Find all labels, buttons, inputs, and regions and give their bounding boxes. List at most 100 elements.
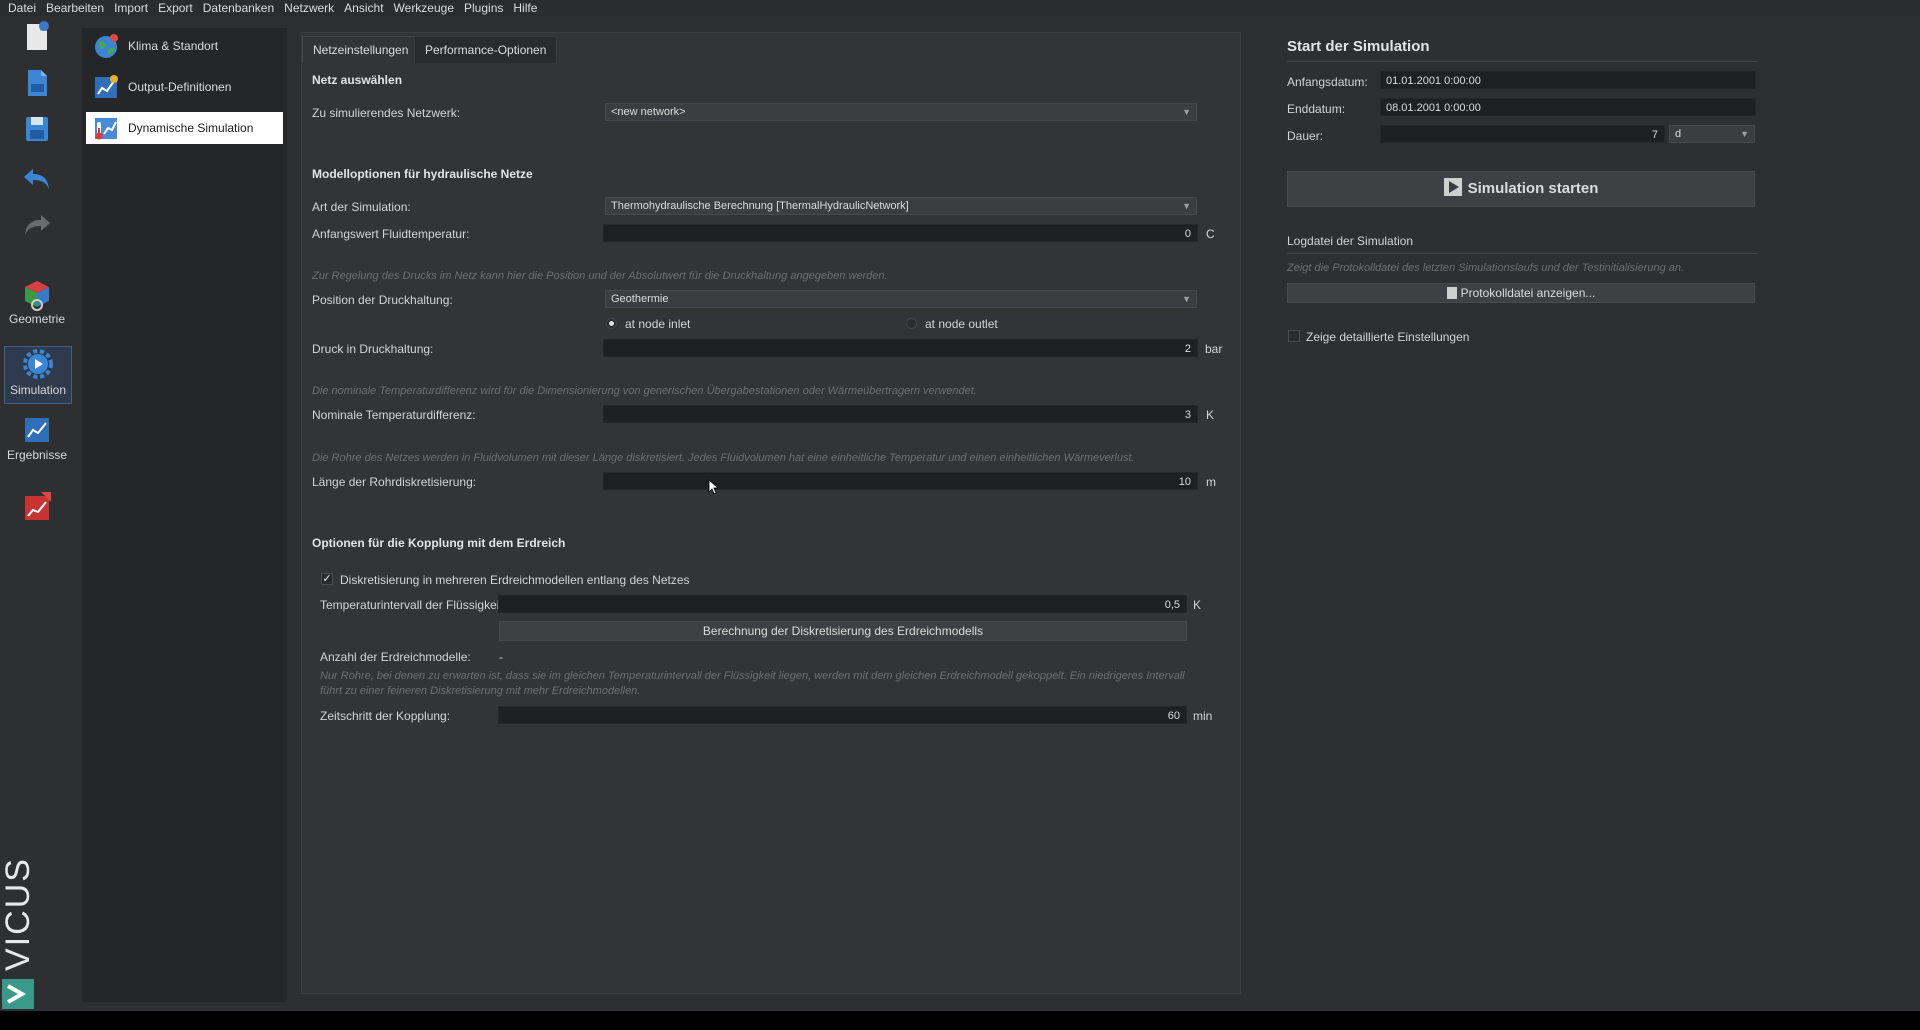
nav-item-label: Output-Definitionen [128,80,232,94]
results-label: Ergebnisse [6,448,68,462]
simulation-gear-icon [23,349,53,379]
pressure-unit: bar [1205,342,1223,356]
chevron-down-icon: ▼ [1182,201,1191,211]
undo-icon [24,169,49,189]
discretization-hint: Die Rohre des Netzes werden in Fluidvolu… [312,452,1135,464]
divider [1287,253,1757,254]
timestep-input[interactable]: 60 [498,706,1187,724]
status-bar [0,1011,1920,1030]
radio-node-outlet-label[interactable]: at node outlet [925,317,998,331]
radio-node-inlet-label[interactable]: at node inlet [625,317,690,331]
radio-node-outlet[interactable] [906,318,917,329]
temp-diff-hint: Die nominale Temperaturdifferenz wird fü… [312,385,977,397]
pressure-pos-value: Geothermie [611,293,669,305]
discretization-unit: m [1206,475,1216,489]
redo-button[interactable] [4,210,70,244]
nav-item-klima[interactable]: Klima & Standort [86,30,283,62]
geometry-button[interactable]: Geometrie [4,278,70,334]
export-report-icon [25,492,51,520]
new-file-icon [27,21,49,50]
pressure-pos-select[interactable]: Geothermie ▼ [605,290,1197,308]
simulation-label: Simulation [9,383,67,397]
tab-netzeinstellungen[interactable]: Netzeinstellungen [302,36,420,63]
timestep-label: Zeitschritt der Kopplung: [320,709,451,723]
redo-icon [25,215,50,235]
temp-diff-input[interactable]: 3 [603,405,1198,423]
network-label: Zu simulierendes Netzwerk: [312,106,461,120]
mouse-cursor-icon [708,479,720,495]
nav-item-output[interactable]: Output-Definitionen [86,71,283,103]
soil-hint-line1: Nur Rohre, bei denen zu erwarten ist, da… [320,670,1185,682]
nav-item-label: Dynamische Simulation [128,121,254,135]
sim-type-value: Thermohydraulische Berechnung [ThermalHy… [611,200,909,212]
simulation-button[interactable]: Simulation [4,346,72,404]
simulation-nav-panel: Klima & Standort Output-Definitionen Dyn… [82,28,287,1002]
show-log-button[interactable]: Protokolldatei anzeigen... [1287,283,1755,303]
menu-bar: Datei Bearbeiten Import Export Datenbank… [0,0,1920,16]
divider [1287,61,1757,62]
detail-settings-label[interactable]: Zeige detaillierte Einstellungen [1306,330,1469,344]
temp-diff-label: Nominale Temperaturdifferenz: [312,408,476,422]
menu-import[interactable]: Import [114,1,148,15]
soil-heading: Optionen für die Kopplung mit dem Erdrei… [312,536,566,550]
end-date-input[interactable]: 08.01.2001 0:00:00 [1380,98,1756,116]
pressure-label: Druck in Druckhaltung: [312,342,434,356]
menu-netzwerk[interactable]: Netzwerk [284,1,334,15]
vicus-logo: VICUS [0,855,37,1015]
end-date-label: Enddatum: [1287,102,1346,116]
log-hint: Zeigt die Protokolldatei des letzten Sim… [1287,262,1685,274]
soil-checkbox-label[interactable]: Diskretisierung in mehreren Erdreichmode… [340,573,690,587]
fluid-temp-input[interactable]: 0 [603,224,1198,242]
radio-node-inlet[interactable] [606,318,617,329]
duration-input[interactable]: 7 [1380,125,1665,143]
detail-settings-checkbox[interactable] [1288,330,1300,342]
start-simulation-button[interactable]: Simulation starten [1287,171,1755,207]
count-value: - [499,650,503,664]
menu-bearbeiten[interactable]: Bearbeiten [46,1,104,15]
new-file-button[interactable] [4,20,70,60]
start-date-label: Anfangsdatum: [1287,75,1368,89]
export-report-button[interactable] [4,490,70,530]
menu-export[interactable]: Export [158,1,193,15]
undo-button[interactable] [4,164,70,198]
results-button[interactable]: Ergebnisse [4,414,70,470]
count-label: Anzahl der Erdreichmodelle: [320,650,471,664]
chevron-down-icon: ▼ [1182,107,1191,117]
discretization-input[interactable]: 10 [603,472,1198,490]
menu-ansicht[interactable]: Ansicht [344,1,383,15]
network-select[interactable]: <new network> ▼ [605,103,1197,121]
sim-type-select[interactable]: Thermohydraulische Berechnung [ThermalHy… [605,197,1197,215]
menu-hilfe[interactable]: Hilfe [513,1,537,15]
fluid-temp-label: Anfangswert Fluidtemperatur: [312,227,470,241]
duration-unit-value: d [1675,128,1682,140]
menu-plugins[interactable]: Plugins [464,1,503,15]
soil-discretization-checkbox[interactable]: ✓ [321,573,333,585]
interval-label: Temperaturintervall der Flüssigkeit: [320,598,507,612]
calc-discretization-button[interactable]: Berechnung der Diskretisierung des Erdre… [499,621,1187,641]
open-file-button[interactable] [4,66,70,106]
menu-datenbanken[interactable]: Datenbanken [203,1,274,15]
save-button[interactable] [4,112,70,152]
play-icon [1443,178,1462,196]
duration-unit-select[interactable]: d ▼ [1669,125,1755,143]
sim-start-heading: Start der Simulation [1287,38,1430,55]
pressure-hint: Zur Regelung des Drucks im Netz kann hie… [312,270,888,282]
network-select-value: <new network> [611,106,686,118]
timestep-unit: min [1193,709,1213,723]
pressure-input[interactable]: 2 [603,339,1198,357]
globe-icon [95,34,118,58]
tab-performance-optionen[interactable]: Performance-Optionen [414,36,558,63]
fluid-temp-unit: C [1206,227,1215,241]
menu-werkzeuge[interactable]: Werkzeuge [394,1,454,15]
open-file-icon [28,70,47,96]
document-icon [1446,287,1457,299]
geometry-icon [25,281,49,311]
vicus-mark-icon [2,979,34,1009]
pressure-pos-label: Position der Druckhaltung: [312,293,453,307]
interval-input[interactable]: 0,5 [498,595,1187,613]
discretization-label: Länge der Rohrdiskretisierung: [312,475,477,489]
start-date-input[interactable]: 01.01.2001 0:00:00 [1380,71,1756,89]
soil-hint-line2: führt zu einer feineren Diskretisierung … [320,685,641,697]
menu-datei[interactable]: Datei [8,1,36,15]
nav-item-dynamic-simulation[interactable]: Dynamische Simulation [86,112,283,144]
